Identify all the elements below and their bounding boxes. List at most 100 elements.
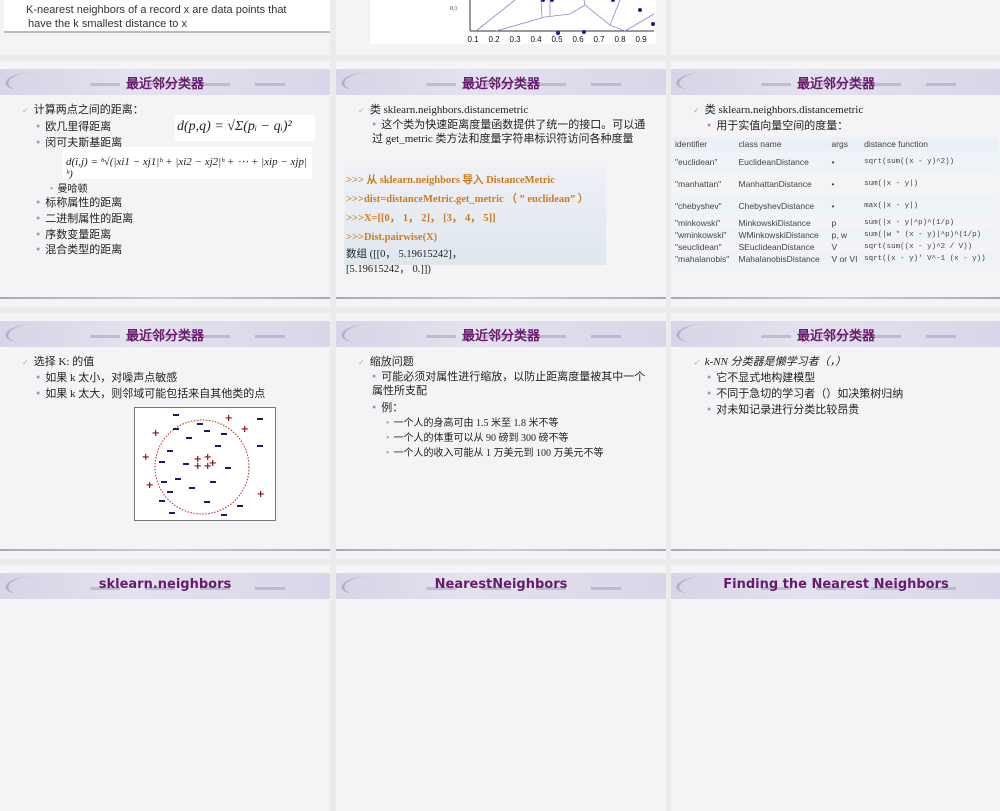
- bullet: 可能必须对属性进行缩放，以防止距离度量被其中一个属性所支配: [372, 369, 652, 398]
- negative-point: [215, 445, 221, 447]
- slide-scaling[interactable]: 最近邻分类器 缩放问题 可能必须对属性进行缩放，以防止距离度量被其中一个属性所支…: [336, 313, 666, 559]
- table-cell: "mahalanobis": [673, 253, 737, 265]
- table-row: "chebyshev" ChebyshevDistance • max(|x - y|…: [673, 195, 999, 217]
- slide-top-2[interactable]: 0.1 0.1 0.2 0.3 0.4 0.5 0.6 0.7 0.8 0.9: [336, 0, 666, 55]
- sub-bullet: 一个人的身高可由 1.5 米至 1.8 米不等: [386, 414, 559, 429]
- slide-distancemetric[interactable]: 最近邻分类器 类 sklearn.neighbors.distancemetri…: [336, 61, 666, 307]
- footer-line: [0, 549, 330, 551]
- minkowski-formula: d(i,j) = ʰ√(|xi1 − xj1|ʰ + |xi2 − xj2|ʰ …: [62, 147, 312, 180]
- bullet: 例：: [372, 399, 403, 415]
- bullet: 它不显式地构建模型: [707, 369, 815, 385]
- slide-title: 最近邻分类器: [796, 329, 875, 344]
- positive-point: +: [194, 461, 202, 472]
- negative-point: [257, 445, 263, 447]
- table-cell: "seuclidean": [675, 242, 722, 252]
- slide-title: sklearn.neighbors: [98, 577, 232, 592]
- negative-point: [167, 450, 173, 452]
- negative-point: [175, 478, 181, 480]
- slide-title: 最近邻分类器: [125, 329, 204, 344]
- code-line: [5.19615242， 0.]]): [346, 264, 431, 275]
- column-header: class name: [736, 137, 830, 151]
- bullet: 二进制属性的距离: [36, 210, 133, 226]
- x-tick: 0.3: [509, 35, 521, 44]
- slide-metrics-table[interactable]: 最近邻分类器 类 sklearn.neighbors.distancemetri…: [671, 61, 1000, 307]
- negative-point: [257, 418, 263, 420]
- slide-top-3[interactable]: [671, 0, 1000, 55]
- table-cell: EuclideanDistance: [736, 151, 830, 173]
- table-cell: •: [831, 179, 835, 189]
- table-cell: V or VI: [829, 253, 863, 265]
- k-neighborhood-diagram: ++ ++ + +++ +++: [134, 407, 276, 521]
- slide-distance[interactable]: 最近邻分类器 计算两点之间的距离： 欧几里得距离 闵可夫斯基距离 d(p,q) …: [0, 61, 330, 307]
- negative-point: [189, 487, 195, 489]
- x-tick: 0.6: [572, 35, 584, 44]
- slide-title: NearestNeighbors: [434, 577, 568, 592]
- slide-title: 最近邻分类器: [461, 329, 540, 344]
- sub-bullet: 一个人的收入可能从 1 万美元到 100 万美元不等: [386, 444, 604, 459]
- bullet: 欧几里得距离: [36, 118, 111, 134]
- table-cell: MinkowskiDistance: [738, 218, 811, 228]
- x-tick: 0.5: [551, 35, 563, 44]
- table-cell: p, w: [829, 229, 863, 241]
- table-cell: sum(|x - y|^p)^(1/p): [864, 219, 955, 227]
- voronoi-chart: 0.1 0.1 0.2 0.3 0.4 0.5 0.6 0.7 0.8 0.9: [370, 0, 656, 44]
- bullet: 不同于急切的学习者（）如决策树归纳: [707, 385, 903, 401]
- bullet: 计算两点之间的距离：: [22, 101, 144, 117]
- footer-line: [671, 297, 1000, 299]
- table-cell: ManhattanDistance: [738, 179, 812, 189]
- table-cell: sqrt(sum((x - y)^2 / V)): [864, 243, 973, 251]
- negative-point: [225, 467, 231, 469]
- table-row: "minkowski" MinkowskiDistance p sum(|x - y|…: [673, 217, 999, 229]
- positive-point: +: [257, 489, 265, 500]
- code-line: >>> 从 sklearn.neighbors 导入 DistanceMetri…: [346, 175, 555, 186]
- table-cell: V: [831, 242, 838, 252]
- negative-point: [167, 491, 173, 493]
- negative-point: [197, 423, 203, 425]
- euclidean-formula: d(p,q) = √Σ(pᵢ − qᵢ)²: [175, 115, 315, 141]
- x-tick: 0.9: [635, 35, 647, 44]
- slide-title: Finding the Nearest Neighbors: [723, 577, 949, 592]
- footer-line: [336, 549, 666, 551]
- bullet: 对未知记录进行分类比较昂贵: [707, 401, 859, 417]
- table-header: identifier class name args distance functio…: [673, 137, 999, 151]
- sub-bullet: 曼哈顿: [50, 180, 88, 195]
- x-tick: 0.1: [467, 35, 479, 44]
- code-block: >>> 从 sklearn.neighbors 导入 DistanceMetri…: [344, 167, 606, 275]
- x-tick: 0.8: [614, 35, 626, 44]
- negative-point: [161, 481, 167, 483]
- slide-choose-k[interactable]: 最近邻分类器 选择 K: 的值 如果 k 太小，对噪声点敏感 如果 k 太大，则…: [0, 313, 330, 559]
- negative-point: [204, 501, 210, 503]
- positive-point: +: [204, 461, 212, 472]
- negative-point: [173, 428, 179, 430]
- negative-point: [221, 433, 227, 435]
- negative-point: [186, 437, 192, 439]
- slide-lazy-learner[interactable]: 最近邻分类器 k-NN 分类器是懒学习者（，） 它不显式地构建模型 不同于急切的…: [671, 313, 1000, 559]
- bullet: 如果 k 太小，对噪声点敏感: [36, 369, 177, 385]
- table-cell: MahalanobisDistance: [736, 253, 830, 265]
- footer-line: [336, 297, 666, 299]
- bullet: 类 sklearn.neighbors.distancemetric: [693, 101, 864, 117]
- slide-finding-nearest[interactable]: Finding the Nearest Neighbors: [671, 565, 1000, 811]
- column-header: distance function: [862, 137, 999, 151]
- table-cell: ChebyshevDistance: [736, 195, 830, 217]
- table-row: "mahalanobis" MahalanobisDistance V or VI s…: [673, 253, 999, 265]
- slide-nearestneighbors[interactable]: NearestNeighbors: [336, 565, 666, 811]
- definition-line-2: have the k smallest distance to x: [28, 18, 187, 30]
- code-line: >>>dist=distanceMetric.get_metric （ ” eu…: [346, 194, 589, 205]
- table-cell: •: [829, 151, 863, 173]
- table-cell: "manhattan": [675, 179, 722, 189]
- slide-top-1[interactable]: K-nearest neighbors of a record x are da…: [0, 0, 330, 55]
- positive-point: +: [152, 428, 160, 439]
- code-line: >>>Dist.pairwise(X): [346, 232, 438, 243]
- positive-point: +: [146, 480, 154, 491]
- negative-point: [183, 463, 189, 465]
- slide-title: 最近邻分类器: [125, 77, 204, 92]
- slide-sklearn-neighbors[interactable]: sklearn.neighbors: [0, 565, 330, 811]
- table-cell: "euclidean": [673, 151, 737, 173]
- column-header: identifier: [673, 137, 737, 151]
- sub-bullet: 一个人的体重可以从 90 磅到 300 磅不等: [386, 429, 569, 444]
- positive-point: +: [142, 452, 150, 463]
- table-cell: "minkowski": [675, 218, 721, 228]
- positive-point: +: [225, 413, 233, 424]
- table-cell: sqrt((x - y)' V^-1 (x - y)): [862, 253, 999, 265]
